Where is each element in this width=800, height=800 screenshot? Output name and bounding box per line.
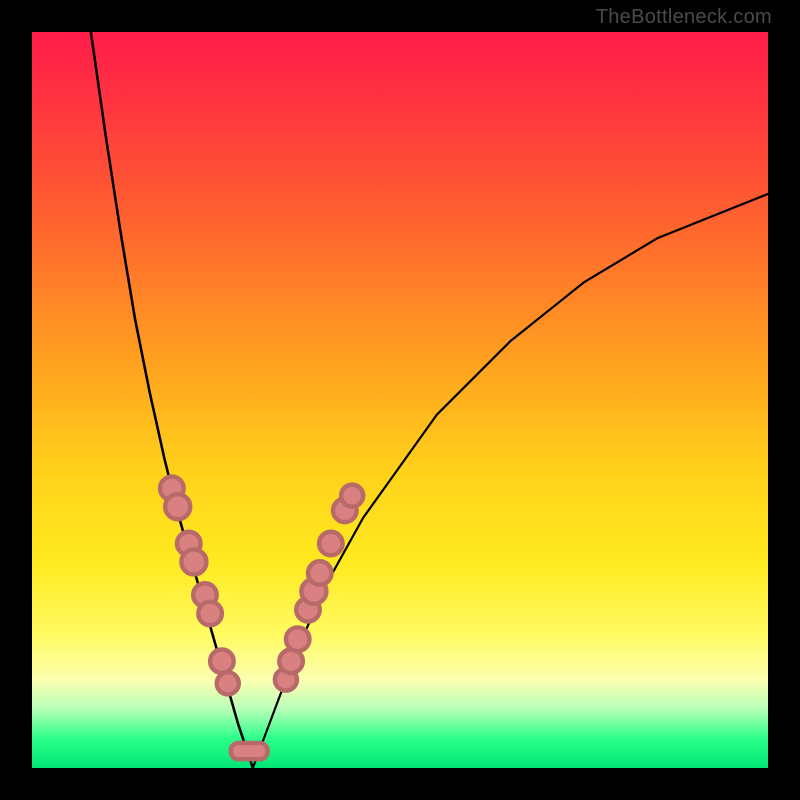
curve-svg [32,32,768,768]
bead-right-3 [296,598,320,622]
bead-right-0 [275,669,297,691]
bead-left-3 [181,549,206,574]
bead-right-8 [341,485,363,507]
bead-left-2 [177,532,201,556]
bead-right-4 [301,579,326,604]
beads-right-group [275,485,363,691]
bead-right-5 [308,561,332,585]
bead-right-7 [333,499,357,523]
bead-left-5 [198,602,222,626]
bead-right-1 [279,650,303,674]
bead-right-6 [319,532,343,556]
curve-right-branch [253,194,768,768]
bead-left-7 [217,672,239,694]
curve-left-branch [91,32,253,768]
vertex-pill [231,743,268,759]
bead-right-2 [286,627,310,651]
bead-left-1 [165,494,190,519]
beads-left-group [160,477,239,695]
attribution-label: TheBottleneck.com [596,6,772,29]
bead-left-4 [193,583,217,607]
plot-area [32,32,768,768]
bead-left-0 [160,477,184,501]
bead-left-6 [210,650,234,674]
chart-frame: TheBottleneck.com [0,0,800,800]
